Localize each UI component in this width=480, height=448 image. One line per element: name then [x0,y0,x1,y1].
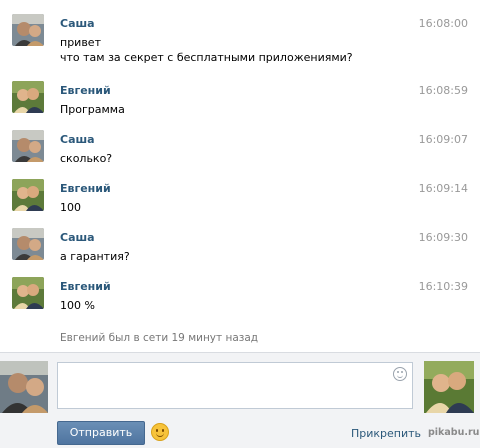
message-author[interactable]: Саша [60,133,95,146]
message-author[interactable]: Евгений [60,84,111,97]
avatar[interactable] [12,228,44,260]
message-time: 16:08:00 [418,17,468,30]
message-time: 16:10:39 [418,280,468,293]
avatar[interactable] [12,14,44,46]
smiley-icon[interactable] [151,423,169,441]
avatar[interactable] [12,81,44,113]
message-author[interactable]: Саша [60,231,95,244]
message-author[interactable]: Евгений [60,280,111,293]
watermark: pikabu.ru [428,427,480,438]
message-time: 16:09:14 [418,182,468,195]
message-text: привет что там за секрет с бесплатными п… [60,36,353,64]
peer-avatar[interactable] [424,361,474,413]
avatar[interactable] [12,179,44,211]
my-avatar[interactable] [0,361,48,413]
message-text: Программа [60,103,125,116]
message-text: 100 % [60,299,95,312]
last-seen-status: Евгений был в сети 19 минут назад [60,332,259,344]
message-author[interactable]: Саша [60,17,95,30]
message-text: а гарантия? [60,250,130,263]
avatar[interactable] [12,277,44,309]
attach-link[interactable]: Прикрепить [351,427,421,440]
message-time: 16:09:07 [418,133,468,146]
message-time: 16:08:59 [418,84,468,97]
send-button[interactable]: Отправить [57,421,145,445]
message-author[interactable]: Евгений [60,182,111,195]
message-input[interactable] [57,362,413,409]
message-history: Саша 16:08:00 привет что там за секрет с… [0,0,480,352]
message-composer: Отправить Прикрепить [0,352,480,448]
message-text: 100 [60,201,81,214]
avatar[interactable] [12,130,44,162]
message-text: сколько? [60,152,113,165]
message-time: 16:09:30 [418,231,468,244]
smiley-icon[interactable] [393,367,407,381]
